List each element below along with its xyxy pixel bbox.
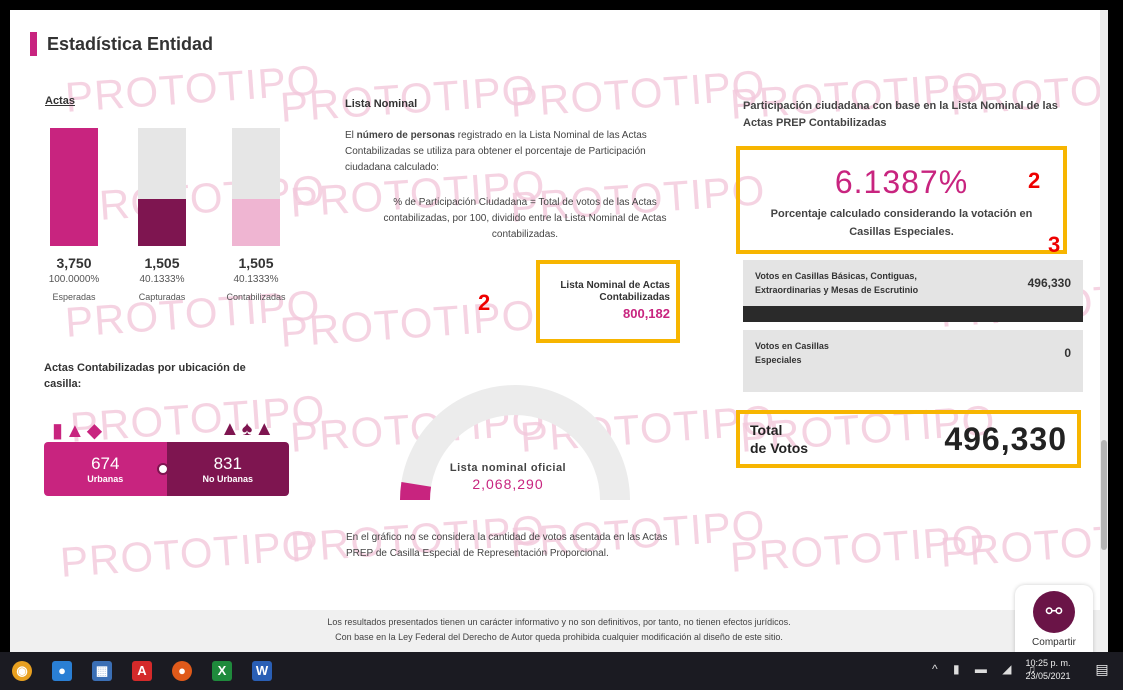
acta-value: 1,505 xyxy=(238,255,274,271)
votes-row-basicas: Votos en Casillas Básicas, Contiguas, Ex… xyxy=(743,260,1083,306)
votes-basicas-label: Votos en Casillas Básicas, Contiguas, Ex… xyxy=(755,271,919,295)
acta-value: 3,750 xyxy=(56,255,92,271)
footer-line: Los resultados presentados tienen un car… xyxy=(327,617,791,627)
votes-basicas-value: 496,330 xyxy=(1027,276,1071,290)
clock-time: 10:25 p. m. xyxy=(1025,658,1071,668)
participacion-percent: 6.1387% xyxy=(834,164,969,200)
no-urbanas-label: No Urbanas xyxy=(202,474,253,484)
acta-bar-contabilizadas xyxy=(232,128,280,246)
acta-caption: Esperadas xyxy=(52,292,96,302)
acta-bar-fill xyxy=(232,198,280,246)
watermark: PROTOTIPO xyxy=(63,281,322,346)
total-votes-label: Total de Votos xyxy=(750,421,808,457)
acta-bar-capturadas xyxy=(138,128,186,246)
word-icon[interactable]: W xyxy=(252,661,272,681)
lista-nominal-box: Lista Nominal de Actas Contabilizadas 80… xyxy=(536,260,680,343)
participacion-description: Porcentaje calculado considerando la vot… xyxy=(770,208,1033,238)
acta-percent: 40.1333% xyxy=(233,274,279,285)
actas-label: Actas xyxy=(45,95,75,107)
annotation-marker: 2 xyxy=(1028,168,1041,193)
watermark: PROTOTIPO xyxy=(938,511,1108,576)
calculator-icon[interactable]: ▦ xyxy=(92,661,112,681)
section-title: Estadística Entidad xyxy=(30,32,213,56)
chrome-icon[interactable]: ◉ xyxy=(12,661,32,681)
votes-especiales-bar xyxy=(743,376,1083,392)
lista-nominal-description: El número de personas registrado en la L… xyxy=(345,128,685,176)
votes-especiales-label: Votos en Casillas Especiales xyxy=(755,341,829,365)
share-label: Compartir xyxy=(1032,637,1076,648)
lista-nominal-title: Lista Nominal xyxy=(345,98,418,110)
taskbar-clock[interactable]: 10:25 p. m. 23/05/2021 xyxy=(1018,657,1078,683)
total-label-line2: de Votos xyxy=(750,440,809,456)
total-label-line1: Total xyxy=(750,422,783,438)
acta-bar-esperadas xyxy=(50,128,98,246)
firefox-icon[interactable]: ● xyxy=(172,661,192,681)
gauge-note: En el gráfico no se considera la cantida… xyxy=(346,532,668,559)
divider-dot xyxy=(157,463,169,475)
watermark: PROTOTIPO xyxy=(728,516,987,581)
urbanas-label: Urbanas xyxy=(87,474,124,484)
desc-bold: número de personas xyxy=(356,130,456,141)
acta-percent: 100.0000% xyxy=(48,274,100,285)
watermark: PROTOTIPO xyxy=(508,61,767,126)
no-urbanas-panel: 831 No Urbanas xyxy=(166,442,289,496)
page-content: PROTOTIPO PROTOTIPO PROTOTIPO PROTOTIPO … xyxy=(10,10,1108,610)
annotation-marker: 2 xyxy=(478,290,491,315)
acta-percent: 40.1333% xyxy=(139,274,185,285)
watermark: PROTOTIPO xyxy=(278,291,537,356)
votes-basicas-bar xyxy=(743,306,1083,322)
browser-viewport: PROTOTIPO PROTOTIPO PROTOTIPO PROTOTIPO … xyxy=(10,10,1108,652)
ubicacion-title: Actas Contabilizadas por ubicación de ca… xyxy=(44,362,246,390)
participation-formula: % de Participación Ciudadana = Total de … xyxy=(383,197,667,240)
gauge-fill xyxy=(400,482,432,501)
total-votes-box: Total de Votos 496,330 xyxy=(736,410,1081,468)
vertical-scrollbar[interactable] xyxy=(1100,10,1108,610)
urbanas-panel: 674 Urbanas xyxy=(44,442,167,496)
watermark: PROTOTIPO xyxy=(58,521,317,586)
lista-nominal-box-title: Lista Nominal de Actas Contabilizadas xyxy=(560,280,670,303)
footer-line: Con base en la Ley Federal del Derecho d… xyxy=(335,632,783,642)
section-title-text: Estadística Entidad xyxy=(47,33,214,54)
lista-nominal-box-value: 800,182 xyxy=(623,306,670,321)
people-icon[interactable]: ● xyxy=(52,661,72,681)
city-icon: ▮▲◆ xyxy=(52,420,105,442)
acrobat-icon[interactable]: A xyxy=(132,661,152,681)
participacion-box: 6.1387% Porcentaje calculado considerand… xyxy=(736,146,1067,254)
scrollbar-thumb[interactable] xyxy=(1101,440,1107,550)
rural-icon: ▲♠▲ xyxy=(220,418,277,440)
annotation-marker: 3 xyxy=(1048,232,1061,257)
share-icon[interactable]: ⚯ xyxy=(1033,591,1075,633)
excel-icon[interactable]: X xyxy=(212,661,232,681)
acta-bar-fill xyxy=(138,198,186,246)
title-accent-bar xyxy=(30,32,37,56)
gauge-value: 2,068,290 xyxy=(472,476,544,492)
desc-prefix: El xyxy=(345,130,357,141)
windows-taskbar: ◉ ● ▦ A ● X W ^ ▮ ▬ ◢ ♫ 10:25 p. m. 23/0… xyxy=(0,652,1123,690)
notifications-icon[interactable]: ▤ xyxy=(1092,661,1112,681)
acta-caption: Contabilizadas xyxy=(226,292,286,302)
clock-date: 23/05/2021 xyxy=(1025,671,1071,681)
votes-table: Votos en Casillas Básicas, Contiguas, Ex… xyxy=(743,260,1083,392)
votes-especiales-value: 0 xyxy=(1064,346,1071,360)
votes-row-especiales: Votos en Casillas Especiales 0 xyxy=(743,330,1083,376)
total-votes-value: 496,330 xyxy=(944,420,1067,457)
footer-disclaimer: Los resultados presentados tienen un car… xyxy=(10,610,1108,652)
acta-bar-fill xyxy=(50,128,98,246)
acta-caption: Capturadas xyxy=(138,292,186,302)
no-urbanas-value: 831 xyxy=(213,454,242,473)
share-button[interactable]: ⚯ Compartir xyxy=(1015,585,1093,652)
participacion-title: Participación ciudadana con base en la L… xyxy=(743,100,1058,129)
urbanas-value: 674 xyxy=(91,454,120,473)
watermark: PROTOTIPO xyxy=(63,56,322,121)
gauge-label: Lista nominal oficial 2,068,290 xyxy=(438,462,578,492)
acta-value: 1,505 xyxy=(144,255,180,271)
gauge-label-text: Lista nominal oficial xyxy=(449,462,567,474)
watermark: PROTOTIPO xyxy=(68,166,327,231)
